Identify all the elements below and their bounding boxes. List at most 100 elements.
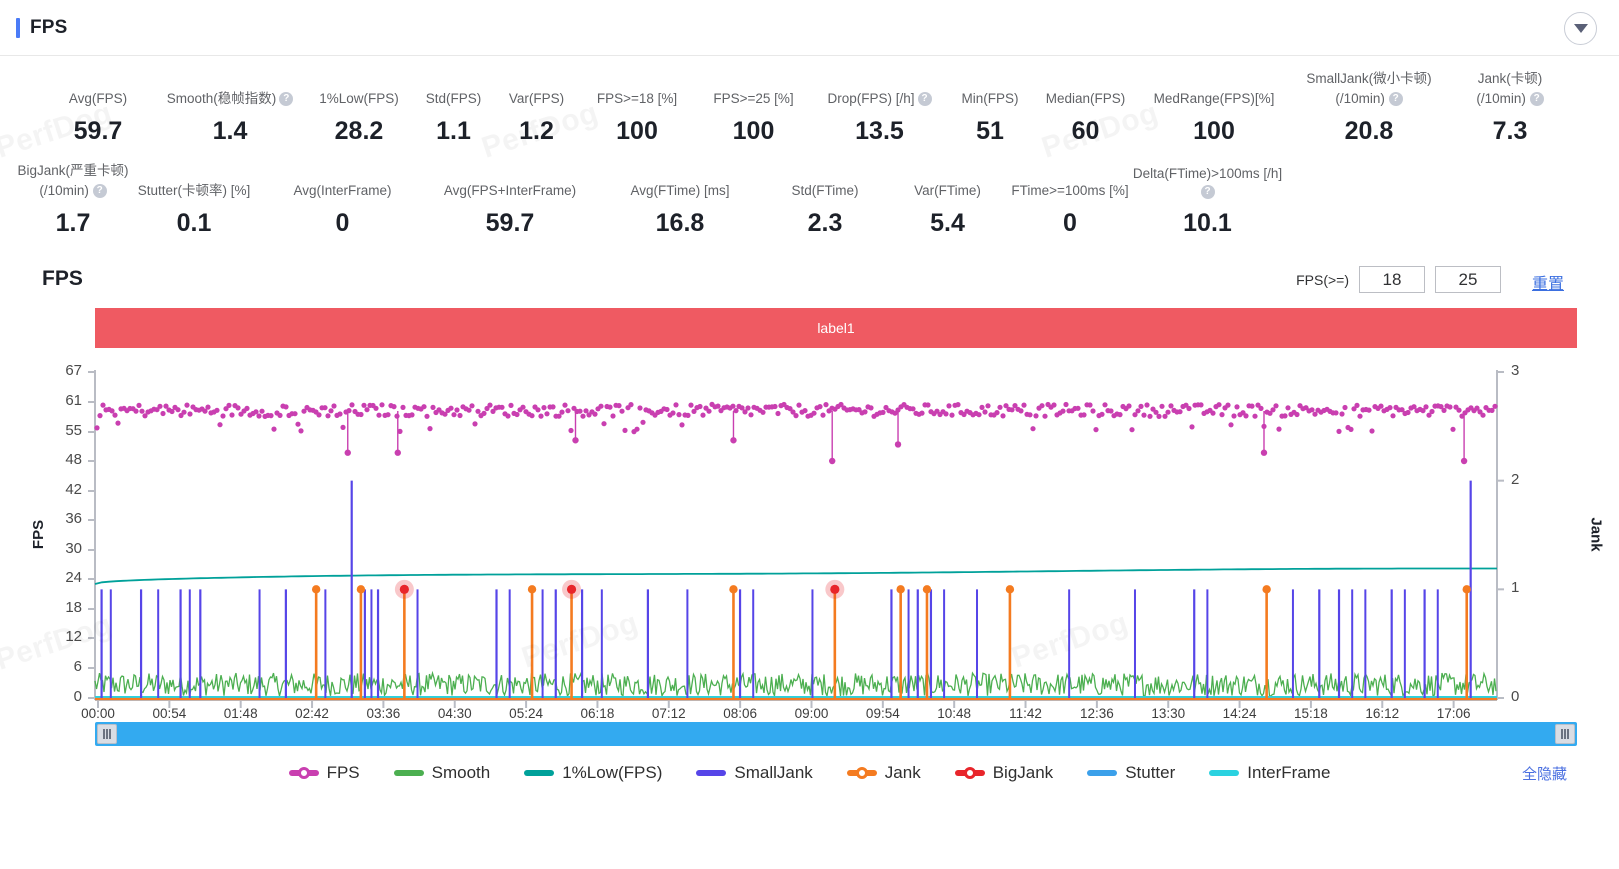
legend-item[interactable]: 1%Low(FPS) — [524, 763, 662, 783]
legend-item[interactable]: FPS — [288, 763, 360, 783]
x-axis-tick-label: 12:36 — [1079, 706, 1114, 721]
metric-card: Avg(FPS+InterFrame) 59.7 — [415, 182, 605, 238]
legend-swatch-icon — [288, 767, 319, 779]
help-icon[interactable]: ? — [917, 91, 932, 106]
metric-label: Avg(FPS+InterFrame) — [443, 183, 577, 198]
legend-label: FPS — [326, 763, 360, 782]
legend-label: BigJank — [992, 763, 1054, 782]
metric-card: FPS>=25 [%] 100 — [696, 90, 811, 146]
legend-label: Jank — [884, 763, 921, 782]
range-handle-left[interactable] — [97, 724, 117, 744]
metric-card: Jank(卡顿) (/10min) ? 7.3 — [1449, 70, 1571, 146]
metric-card: Drop(FPS) [/h]? 13.5 — [811, 90, 948, 146]
help-icon[interactable]: ? — [279, 91, 294, 106]
metric-label: Avg(InterFrame) — [293, 183, 392, 198]
metric-value: 59.7 — [485, 209, 535, 237]
metric-label: Avg(FTime) [ms] — [630, 183, 730, 198]
fps-threshold-high-input[interactable] — [1435, 266, 1501, 293]
metric-label: Min(FPS) — [961, 91, 1019, 106]
legend-item[interactable]: SmallJank — [696, 763, 813, 783]
metric-label: Smooth(稳帧指数)? — [167, 90, 294, 107]
metric-value: 0.1 — [176, 209, 212, 237]
metric-value: 1.1 — [436, 117, 471, 145]
collapse-button[interactable] — [1564, 12, 1597, 45]
metric-card: Min(FPS) 51 — [948, 90, 1032, 146]
fps-threshold-label: FPS(>=) — [1296, 271, 1349, 288]
metric-card: SmallJank(微小卡顿) (/10min) ? 20.8 — [1289, 70, 1449, 146]
metric-card: Avg(FTime) [ms] 16.8 — [605, 182, 755, 238]
metric-card: MedRange(FPS)[%] 100 — [1139, 90, 1289, 146]
x-axis-tick-label: 00:54 — [152, 706, 187, 721]
metric-label: Avg(FPS) — [68, 91, 128, 106]
metric-value: 51 — [976, 117, 1004, 145]
chart-plot-area[interactable]: FPS Jank 0612182430364248556167 0123 Per… — [0, 356, 1619, 721]
x-axis-tick-label: 02:42 — [295, 706, 329, 721]
x-axis-tick-label: 14:24 — [1222, 706, 1257, 721]
metric-value: 1.7 — [55, 209, 91, 237]
help-icon[interactable]: ? — [1529, 92, 1544, 107]
legend-swatch-icon — [1087, 770, 1118, 776]
metric-label: MedRange(FPS)[%] — [1153, 91, 1275, 106]
hide-all-link[interactable]: 全隐藏 — [1522, 763, 1567, 784]
metric-card: 1%Low(FPS) 28.2 — [306, 90, 412, 146]
legend-item[interactable]: Smooth — [393, 763, 490, 783]
chart-header: FPS FPS(>=) 重置 — [0, 258, 1619, 300]
x-axis-tick-label: 01:48 — [223, 706, 258, 721]
x-axis-tick-label: 04:30 — [437, 706, 472, 721]
metric-label: FTime>=100ms [%] — [1011, 183, 1129, 198]
x-axis-tick-label: 11:42 — [1009, 706, 1042, 721]
fps-threshold-controls: FPS(>=) — [1296, 266, 1501, 293]
metric-value: 2.3 — [807, 209, 843, 237]
x-axis-tick-label: 05:24 — [509, 706, 543, 721]
legend-label: 1%Low(FPS) — [562, 763, 663, 782]
page-title: FPS — [30, 16, 68, 38]
metric-value: 0 — [1063, 209, 1077, 237]
x-axis-tick-label: 10:48 — [937, 706, 972, 721]
metric-value: 5.4 — [930, 209, 965, 237]
chart-title: FPS — [42, 267, 83, 290]
metric-card: Smooth(稳帧指数)? 1.4 — [154, 90, 306, 146]
range-handle-right[interactable] — [1555, 724, 1575, 744]
metric-label: FPS>=18 [%] — [596, 91, 678, 106]
metric-card: FTime>=100ms [%] 0 — [1000, 182, 1140, 238]
legend-marker-icon — [963, 767, 976, 779]
metric-label: SmallJank(微小卡顿) (/10min) ? — [1306, 71, 1432, 107]
x-axis-tick-label: 00:00 — [81, 706, 115, 721]
metric-value: 1.2 — [519, 117, 554, 145]
metric-label: Median(FPS) — [1045, 91, 1126, 106]
legend-item[interactable]: InterFrame — [1209, 763, 1330, 783]
legend-item[interactable]: Jank — [846, 763, 921, 783]
metric-value: 100 — [732, 117, 775, 145]
label-band-text: label1 — [817, 320, 855, 336]
x-axis-tick-label: 09:54 — [865, 706, 900, 721]
legend-item[interactable]: BigJank — [954, 763, 1054, 783]
metric-value: 16.8 — [655, 209, 705, 237]
metric-label: Std(FPS) — [425, 91, 482, 106]
legend-swatch-icon — [954, 767, 985, 779]
x-axis-tick-label: 13:30 — [1151, 706, 1186, 721]
x-axis-tick-label: 09:00 — [794, 706, 829, 721]
legend-marker-icon — [855, 767, 868, 779]
label-band[interactable]: label1 — [95, 308, 1577, 348]
legend-label: InterFrame — [1247, 763, 1331, 782]
help-icon[interactable]: ? — [92, 184, 107, 199]
legend-swatch-icon — [846, 767, 877, 779]
metric-value: 59.7 — [73, 117, 123, 145]
chevron-down-icon — [1573, 24, 1588, 33]
help-icon[interactable]: ? — [1200, 185, 1215, 199]
x-axis-tick-label: 15:18 — [1294, 706, 1328, 721]
metric-card: Std(FPS) 1.1 — [412, 90, 495, 146]
chart-range-scrollbar[interactable] — [95, 722, 1577, 746]
metric-label: FPS>=25 [%] — [713, 91, 794, 106]
metric-value: 7.3 — [1492, 117, 1528, 145]
x-axis-tick-label: 03:36 — [366, 706, 401, 721]
x-axis-tick-label: 06:18 — [580, 706, 615, 721]
metric-card: Median(FPS) 60 — [1032, 90, 1139, 146]
reset-link[interactable]: 重置 — [1532, 270, 1564, 294]
help-icon[interactable]: ? — [1388, 92, 1403, 107]
x-axis-tick-label: 07:12 — [651, 706, 686, 721]
x-axis-tick-label: 17:06 — [1436, 706, 1471, 721]
fps-threshold-low-input[interactable] — [1359, 266, 1425, 293]
legend-item[interactable]: Stutter — [1087, 763, 1175, 783]
metric-label: Var(FTime) — [914, 183, 981, 198]
